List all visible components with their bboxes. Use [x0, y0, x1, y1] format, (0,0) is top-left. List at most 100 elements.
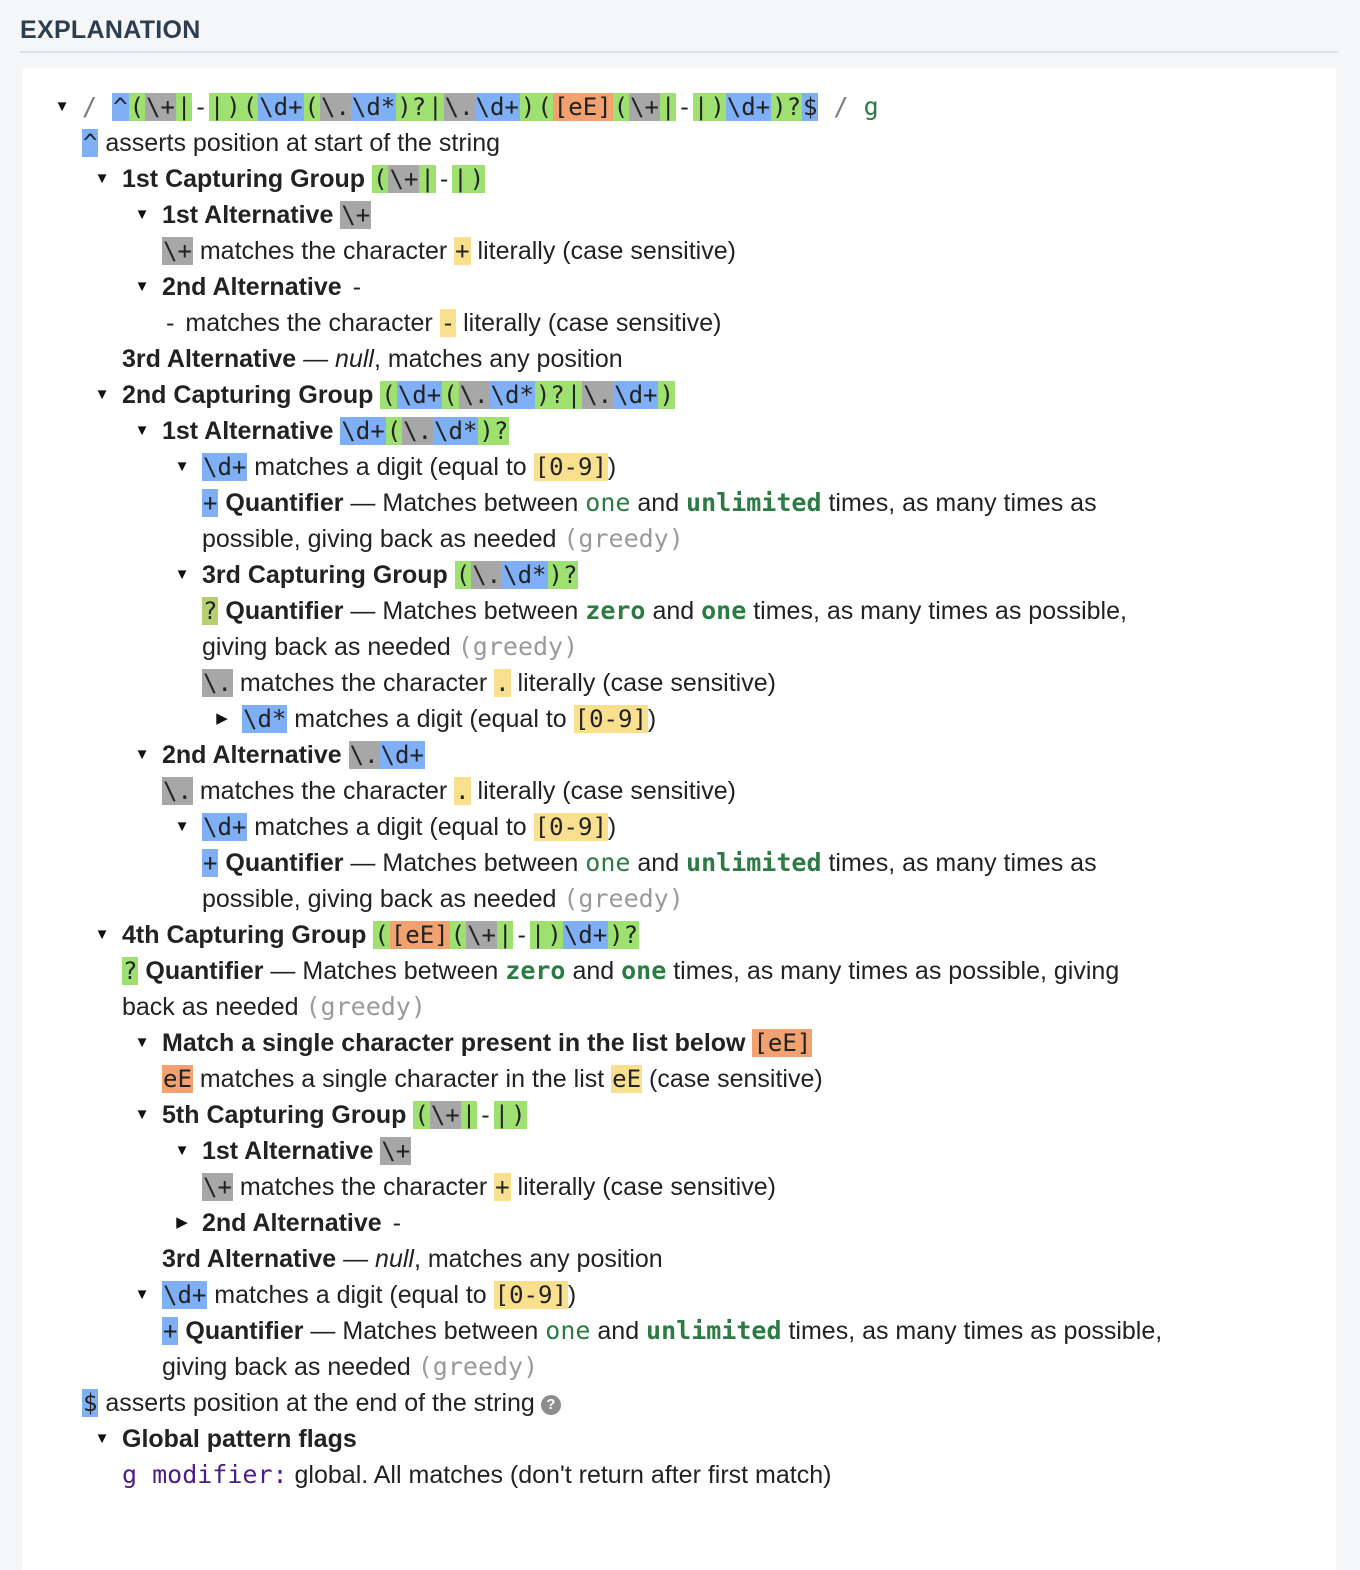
- regex-token: -: [514, 921, 529, 949]
- regex-token: \d+: [379, 741, 425, 769]
- g4-digit[interactable]: ▼ \d+ matches a digit (equal to [0-9]): [22, 1277, 1336, 1313]
- g2-alt-2[interactable]: ▼ 2nd Alternative \.\d+: [22, 737, 1336, 773]
- g3-digit[interactable]: ▶ \d* matches a digit (equal to [0-9]): [22, 701, 1336, 737]
- g1-alt-2[interactable]: ▼ 2nd Alternative -: [22, 269, 1336, 305]
- collapse-arrow-icon[interactable]: ▼: [132, 1025, 152, 1061]
- node-title: Match a single character present in the …: [162, 1029, 746, 1057]
- regex-token: -: [478, 1101, 493, 1129]
- text: —: [296, 345, 336, 373]
- regex-token: |: [175, 93, 193, 121]
- regex-token: ^: [112, 93, 129, 121]
- quantifier-label: Quantifier: [225, 597, 344, 625]
- g4-char-set[interactable]: ▼ Match a single character present in the…: [22, 1025, 1336, 1061]
- collapse-arrow-icon[interactable]: ▼: [172, 1133, 192, 1169]
- collapse-arrow-icon[interactable]: ▼: [132, 1277, 152, 1313]
- group-1[interactable]: ▼ 1st Capturing Group (\+|-|): [22, 161, 1336, 197]
- regex-token: \d*: [489, 381, 535, 409]
- expand-arrow-icon[interactable]: ▶: [212, 701, 232, 737]
- null-label: null: [335, 345, 374, 373]
- quantifier-token: +: [202, 489, 219, 517]
- collapse-arrow-icon[interactable]: ▼: [132, 269, 152, 305]
- text: times, as many times as possible,: [781, 1317, 1163, 1345]
- expand-arrow-icon[interactable]: ▶: [172, 1205, 192, 1241]
- regex-token: (: [303, 93, 320, 121]
- literal: +: [454, 237, 471, 265]
- quantifier-token: +: [202, 849, 219, 877]
- quantifier-token: ?: [202, 597, 219, 625]
- global-flags[interactable]: ▼ Global pattern flags: [22, 1421, 1336, 1457]
- section-title: EXPLANATION: [20, 16, 201, 44]
- quantifier-max: unlimited: [686, 488, 822, 517]
- token: \d*: [242, 705, 288, 733]
- g5-alt-1[interactable]: ▼ 1st Alternative \+: [22, 1133, 1336, 1169]
- group-5[interactable]: ▼ 5th Capturing Group (\+|-|): [22, 1097, 1336, 1133]
- regex-token: -: [436, 165, 452, 193]
- g2-alt-2-digit[interactable]: ▼ \d+ matches a digit (equal to [0-9]): [22, 809, 1336, 845]
- collapse-arrow-icon[interactable]: ▼: [172, 809, 192, 845]
- g2-alt-2-dot: \. matches the character . literally (ca…: [22, 773, 1336, 809]
- token: \+: [162, 237, 193, 265]
- regex-root[interactable]: ▼ / ^(\+|-|)(\d+(\.\d*)?|\.\d+)([eE](\+|-…: [22, 89, 1336, 125]
- g1-alt-1[interactable]: ▼ 1st Alternative \+: [22, 197, 1336, 233]
- regex-token: \.: [402, 417, 434, 445]
- explanation-tree: ▼ / ^(\+|-|)(\d+(\.\d*)?|\.\d+)([eE](\+|-…: [22, 89, 1336, 1493]
- group-3[interactable]: ▼ 3rd Capturing Group (\.\d*)?: [22, 557, 1336, 593]
- flag-g: g modifier: global. All matches (don't r…: [22, 1457, 1336, 1493]
- node-title: 3rd Capturing Group: [202, 561, 448, 589]
- regex-token: |: [419, 165, 436, 193]
- g2-alt-1[interactable]: ▼ 1st Alternative \d+(\.\d*)?: [22, 413, 1336, 449]
- regex-token: \.: [348, 741, 380, 769]
- regex-token: \d*: [433, 417, 479, 445]
- collapse-arrow-icon[interactable]: ▼: [172, 449, 192, 485]
- quantifier-max: unlimited: [646, 1316, 782, 1345]
- text: — Matches between: [343, 597, 586, 625]
- regex-expression: \.\d+: [348, 741, 425, 769]
- token: \+: [202, 1173, 233, 1201]
- collapse-arrow-icon[interactable]: ▼: [92, 377, 112, 413]
- collapse-arrow-icon[interactable]: ▼: [92, 1421, 112, 1457]
- text: matches a digit (equal to: [207, 1281, 494, 1309]
- regex-token: )?: [771, 93, 803, 121]
- collapse-arrow-icon[interactable]: ▼: [132, 413, 152, 449]
- collapse-arrow-icon[interactable]: ▼: [132, 1097, 152, 1133]
- g2-alt-1-digit[interactable]: ▼ \d+ matches a digit (equal to [0-9]): [22, 449, 1336, 485]
- g5-alt-2[interactable]: ▶ 2nd Alternative -: [22, 1205, 1336, 1241]
- regex-token: )?: [478, 417, 510, 445]
- g1-alt-1-desc: \+ matches the character + literally (ca…: [22, 233, 1336, 269]
- regex-token: (: [449, 921, 467, 949]
- collapse-arrow-icon[interactable]: ▼: [172, 557, 192, 593]
- collapse-arrow-icon[interactable]: ▼: [132, 197, 152, 233]
- group-4[interactable]: ▼ 4th Capturing Group ([eE](\+|-|)\d+)?: [22, 917, 1336, 953]
- text: times, as many times as: [821, 849, 1097, 877]
- text: , matches any position: [413, 1245, 663, 1273]
- regex-token: ^: [82, 129, 99, 157]
- g2-alt-2-quantifier: + Quantifier — Matches between one and u…: [22, 845, 1336, 881]
- regex-token: \d+: [396, 381, 443, 409]
- greedy-note: (greedy): [457, 632, 579, 661]
- quantifier-max: unlimited: [686, 848, 822, 877]
- regex-token: [eE]: [752, 1029, 813, 1057]
- text: asserts position at the end of the strin…: [98, 1389, 535, 1417]
- literal: [0-9]: [533, 453, 608, 481]
- regex-token: \d+: [258, 93, 304, 121]
- collapse-arrow-icon[interactable]: ▼: [92, 161, 112, 197]
- explanation-panel: ▼ / ^(\+|-|)(\d+(\.\d*)?|\.\d+)([eE](\+|-…: [22, 68, 1336, 1570]
- quantifier-min: zero: [505, 956, 566, 985]
- text: ): [607, 813, 617, 841]
- collapse-arrow-icon[interactable]: ▼: [92, 917, 112, 953]
- greedy-note: (greedy): [563, 884, 684, 913]
- token: \.: [202, 669, 233, 697]
- node-title: 2nd Capturing Group: [122, 381, 374, 409]
- regex-token: \+: [380, 1137, 412, 1165]
- g4-char-set-desc: eE matches a single character in the lis…: [22, 1061, 1336, 1097]
- text: literally (case sensitive): [470, 237, 736, 265]
- collapse-arrow-icon[interactable]: ▼: [132, 737, 152, 773]
- regex-token: (: [128, 93, 146, 121]
- help-icon[interactable]: ?: [540, 1395, 561, 1415]
- regex-token: (: [372, 165, 389, 193]
- text: — Matches between: [343, 489, 586, 517]
- group-2[interactable]: ▼ 2nd Capturing Group (\d+(\.\d*)?|\.\d+): [22, 377, 1336, 413]
- regex-token: )?: [534, 381, 566, 409]
- collapse-arrow-icon[interactable]: ▼: [52, 89, 72, 125]
- text: possible, giving back as needed: [202, 885, 564, 913]
